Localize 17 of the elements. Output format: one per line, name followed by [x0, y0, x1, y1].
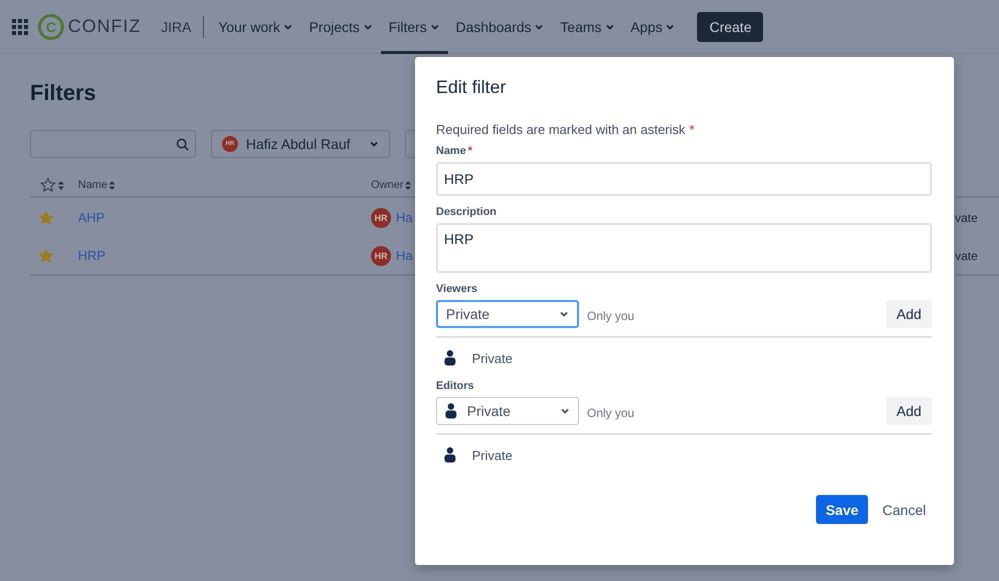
- page-title: Filters: [30, 80, 96, 106]
- hint-text: Only you: [587, 406, 636, 420]
- dialog-title: Edit filter: [436, 77, 508, 98]
- field-label: Editors: [436, 380, 475, 392]
- access-entry: Private: [472, 448, 512, 462]
- logo-mark: C: [38, 14, 64, 40]
- field-label: Description: [436, 206, 498, 218]
- table-cell-text: vate: [955, 248, 979, 262]
- avatar: HR: [371, 208, 391, 228]
- field-label: Name *: [436, 145, 474, 157]
- table-cell-text: vate: [955, 210, 979, 224]
- logo-text: CONFIZ: [68, 16, 141, 37]
- field-label: Viewers: [436, 283, 478, 295]
- hint-text: Only you: [587, 309, 636, 323]
- access-entry: Private: [472, 350, 512, 366]
- avatar: HR: [371, 246, 391, 266]
- required-note: Required fields are marked with an asterisk *: [436, 122, 696, 137]
